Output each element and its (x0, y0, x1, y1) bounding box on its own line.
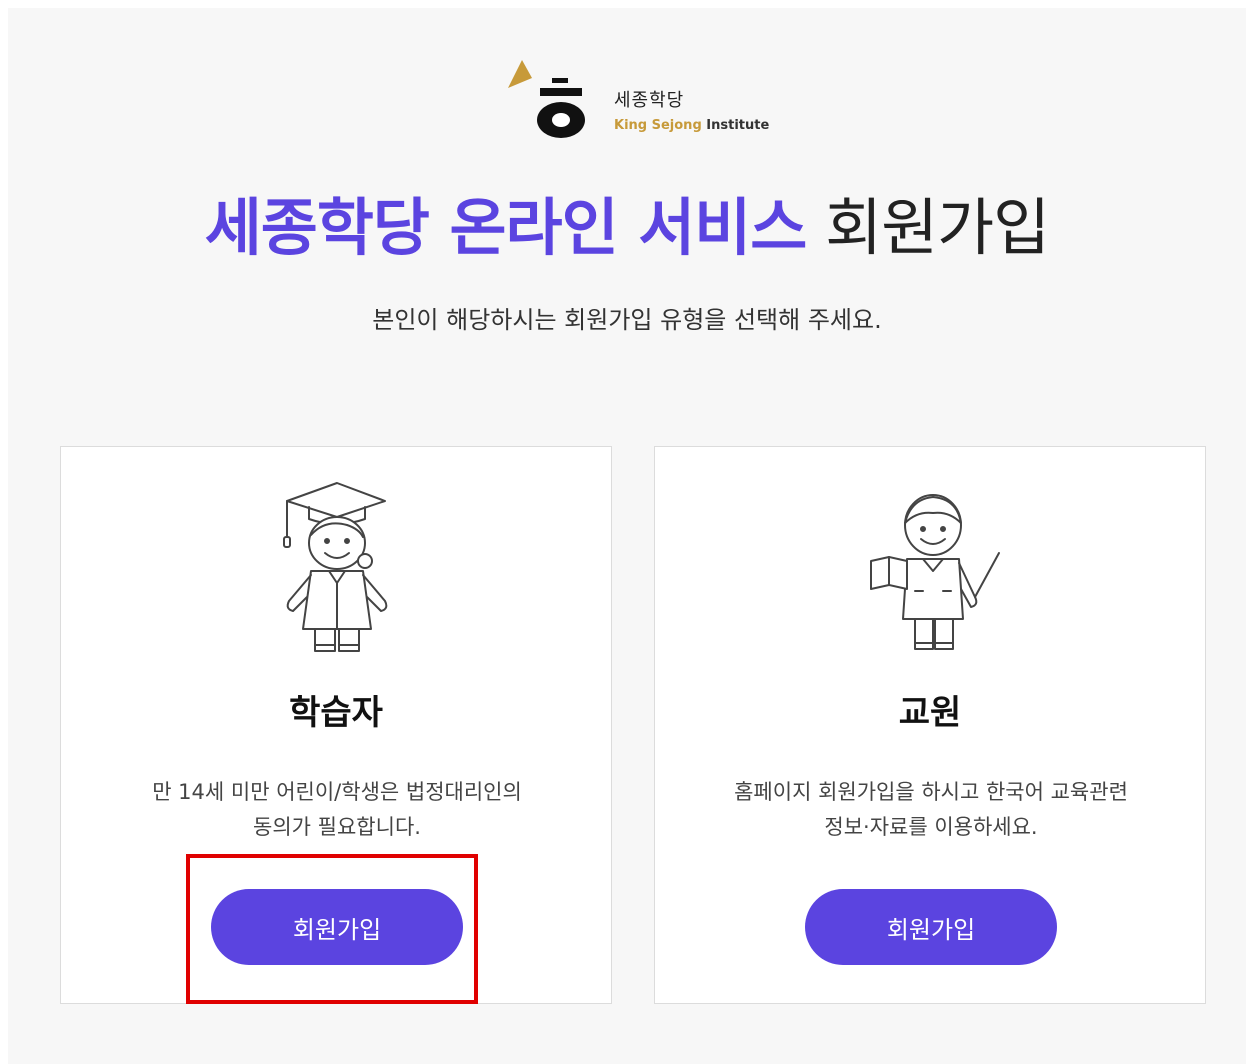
teacher-desc-line2: 정보·자료를 이용하세요. (824, 815, 1038, 839)
learner-card: 학습자 만 14세 미만 어린이/학생은 법정대리인의 동의가 필요합니다. 회… (60, 446, 612, 1004)
teacher-card-description: 홈페이지 회원가입을 하시고 한국어 교육관련 정보·자료를 이용하세요. (695, 775, 1167, 845)
sejong-logo-mark-icon (508, 60, 585, 138)
teacher-signup-button[interactable]: 회원가입 (805, 889, 1057, 965)
learner-desc-line2: 동의가 필요합니다. (253, 815, 421, 839)
logo-english-text: King Sejong Institute (614, 118, 769, 133)
page-title-accent: 세종학당 온라인 서비스 (204, 191, 808, 264)
page-title: 세종학당 온라인 서비스 회원가입 (8, 188, 1246, 268)
page-subtitle: 본인이 해당하시는 회원가입 유형을 선택해 주세요. (372, 306, 882, 334)
teacher-icon (870, 494, 1000, 650)
learner-card-description: 만 14세 미만 어린이/학생은 법정대리인의 동의가 필요합니다. (101, 775, 573, 845)
learner-signup-button[interactable]: 회원가입 (211, 889, 463, 965)
learner-card-title: 학습자 (289, 693, 383, 733)
logo-english-gold: King Sejong (614, 118, 702, 133)
logo-english-dark: Institute (706, 118, 770, 133)
page-title-rest: 회원가입 (825, 191, 1050, 264)
signup-type-page: 세종학당 King Sejong Institute 세종학당 온라인 서비스 … (8, 8, 1246, 1064)
logo-korean-text: 세종학당 (614, 90, 685, 111)
learner-desc-line1: 만 14세 미만 어린이/학생은 법정대리인의 (152, 780, 522, 804)
teacher-card: 교원 홈페이지 회원가입을 하시고 한국어 교육관련 정보·자료를 이용하세요.… (654, 446, 1206, 1004)
teacher-desc-line1: 홈페이지 회원가입을 하시고 한국어 교육관련 (734, 780, 1128, 804)
king-sejong-institute-logo[interactable]: 세종학당 King Sejong Institute (500, 50, 790, 150)
student-graduate-icon (283, 482, 388, 652)
teacher-card-title: 교원 (898, 693, 962, 733)
